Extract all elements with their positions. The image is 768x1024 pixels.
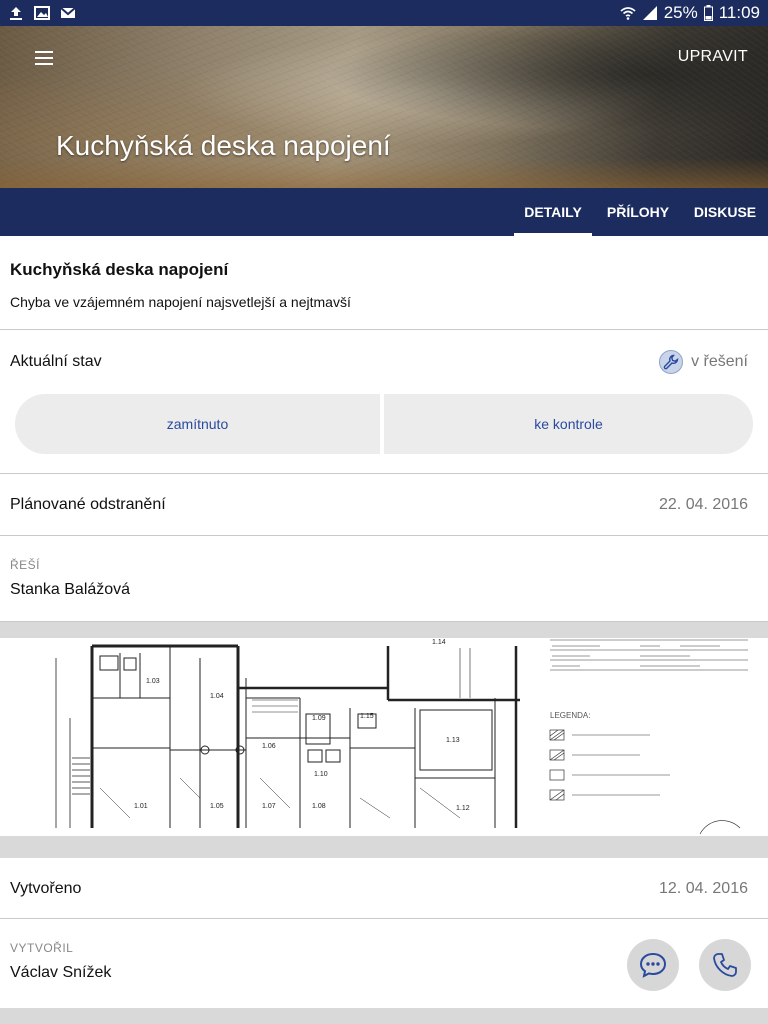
header-image: UPRAVIT Kuchyňská deska napojení bbox=[0, 26, 768, 188]
divider bbox=[0, 836, 768, 858]
description-section: Kuchyňská deska napojení Chyba ve vzájem… bbox=[0, 236, 768, 330]
tab-bar: DETAILY PŘÍLOHY DISKUSE bbox=[0, 188, 768, 236]
state-buttons: zamítnuto ke kontrole bbox=[15, 394, 753, 454]
author-section: VYTVOŘIL Václav Snížek bbox=[0, 919, 768, 1008]
issue-title: Kuchyňská deska napojení bbox=[10, 260, 229, 279]
chat-icon bbox=[639, 952, 667, 978]
battery-icon bbox=[703, 5, 713, 21]
edit-button[interactable]: UPRAVIT bbox=[678, 48, 748, 66]
chat-button[interactable] bbox=[627, 939, 679, 991]
svg-text:1.04: 1.04 bbox=[210, 693, 224, 700]
planned-label: Plánované odstranění bbox=[10, 496, 166, 513]
assignee-caption: ŘEŠÍ bbox=[10, 558, 41, 572]
wifi-icon bbox=[620, 7, 636, 20]
svg-text:1.03: 1.03 bbox=[146, 678, 160, 685]
divider bbox=[0, 622, 768, 638]
header-shade bbox=[0, 158, 768, 188]
status-bar: 25% 11:09 bbox=[0, 0, 768, 26]
created-section: Vytvořeno 12. 04. 2016 bbox=[0, 858, 768, 919]
assignee-section[interactable]: ŘEŠÍ Stanka Balážová bbox=[0, 536, 768, 622]
state-label: Aktuální stav bbox=[10, 353, 102, 370]
svg-text:1.06: 1.06 bbox=[262, 743, 276, 750]
svg-text:1.08: 1.08 bbox=[312, 803, 326, 810]
svg-text:1.09: 1.09 bbox=[312, 715, 326, 722]
floor-plan-image[interactable]: 1.14 1.03 1.04 1.06 1.09 1.10 1.15 1.13 1.01 1… bbox=[0, 638, 768, 836]
state-text: v řešení bbox=[691, 353, 748, 370]
svg-text:1.05: 1.05 bbox=[210, 803, 224, 810]
wrench-icon bbox=[659, 350, 684, 374]
state-value: v řešení bbox=[659, 350, 748, 374]
svg-text:1.12: 1.12 bbox=[456, 805, 470, 812]
created-date: 12. 04. 2016 bbox=[659, 879, 748, 897]
phone-icon bbox=[713, 953, 737, 977]
svg-text:1.07: 1.07 bbox=[262, 803, 276, 810]
svg-text:1.15: 1.15 bbox=[360, 713, 374, 720]
svg-text:1.14: 1.14 bbox=[432, 639, 446, 646]
menu-icon[interactable] bbox=[30, 46, 58, 70]
svg-text:1.10: 1.10 bbox=[314, 771, 328, 778]
upload-icon bbox=[10, 7, 22, 20]
state-section: Aktuální stav v řešení zamítnuto ke kont… bbox=[0, 330, 768, 474]
legend-title: LEGENDA: bbox=[550, 711, 590, 720]
to-check-button[interactable]: ke kontrole bbox=[384, 394, 753, 454]
battery-percent: 25% bbox=[663, 3, 698, 22]
reject-button[interactable]: zamítnuto bbox=[15, 394, 380, 454]
planned-date: 22. 04. 2016 bbox=[659, 496, 748, 513]
created-label: Vytvořeno bbox=[10, 879, 82, 897]
planned-section: Plánované odstranění 22. 04. 2016 bbox=[0, 474, 768, 536]
tab-prilohy[interactable]: PŘÍLOHY bbox=[596, 188, 680, 236]
assignee-name: Stanka Balážová bbox=[10, 581, 131, 598]
clock: 11:09 bbox=[718, 3, 760, 22]
divider bbox=[0, 1008, 768, 1024]
image-icon bbox=[34, 6, 50, 20]
call-button[interactable] bbox=[699, 939, 751, 991]
page-title: Kuchyňská deska napojení bbox=[56, 130, 391, 161]
gmail-icon bbox=[60, 7, 76, 18]
svg-text:1.13: 1.13 bbox=[446, 737, 460, 744]
tab-diskuse[interactable]: DISKUSE bbox=[688, 188, 762, 236]
floor-plan-drawing: 1.14 1.03 1.04 1.06 1.09 1.10 1.15 1.13 1.01 1… bbox=[55, 639, 748, 835]
signal-icon bbox=[642, 6, 657, 20]
issue-description: Chyba ve vzájemném napojení najsvetlejší… bbox=[10, 294, 351, 310]
tab-detaily[interactable]: DETAILY bbox=[514, 188, 592, 236]
svg-text:1.01: 1.01 bbox=[134, 803, 148, 810]
